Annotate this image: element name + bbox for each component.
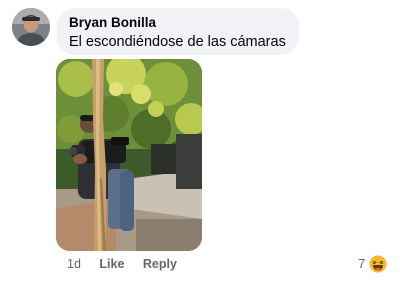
photo-image — [56, 59, 202, 251]
like-button[interactable]: Like — [99, 255, 124, 273]
comment-bubble: Bryan Bonilla El escondiéndose de las cá… — [57, 8, 299, 55]
haha-emoji-icon — [369, 255, 387, 273]
reaction-summary[interactable]: 7 — [358, 254, 387, 274]
reaction-count: 7 — [358, 256, 366, 271]
comment-text: El escondiéndose de las cámaras — [69, 34, 286, 50]
avatar-image — [12, 8, 50, 46]
comment-actions: 1d Like Reply — [67, 255, 177, 273]
author-avatar[interactable] — [12, 8, 50, 46]
comment: Bryan Bonilla El escondiéndose de las cá… — [0, 0, 400, 281]
comment-author[interactable]: Bryan Bonilla — [69, 14, 287, 31]
reply-button[interactable]: Reply — [143, 255, 177, 273]
comment-photo[interactable] — [56, 59, 202, 251]
comment-timestamp[interactable]: 1d — [67, 255, 81, 273]
